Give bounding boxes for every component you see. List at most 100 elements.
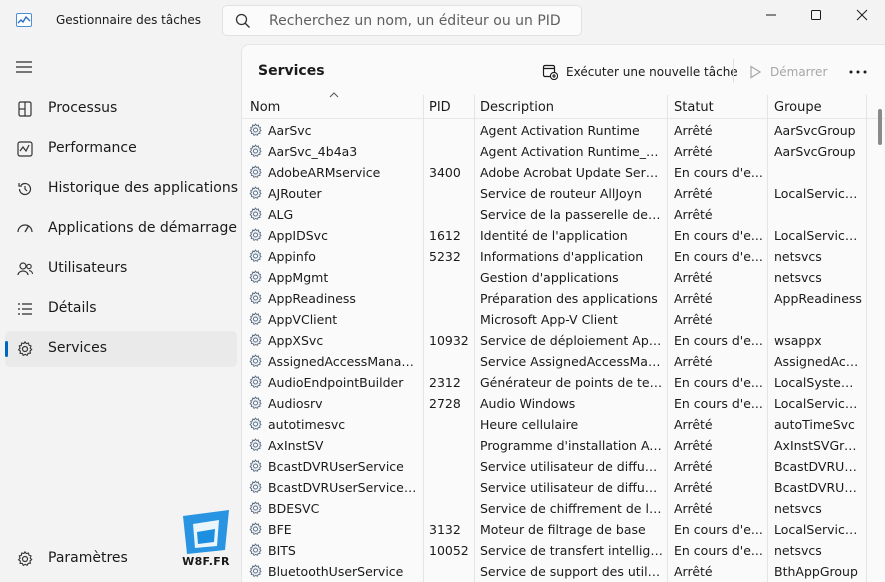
service-gear-icon [249, 501, 262, 515]
details-icon [18, 303, 32, 315]
cell-groupe: AssignedAcc... [774, 354, 862, 369]
nav-item-historique[interactable]: Historique des applications [5, 171, 238, 207]
service-gear-icon [249, 480, 262, 494]
service-gear-icon [249, 291, 262, 305]
close-button[interactable] [839, 0, 885, 30]
run-new-task-label: Exécuter une nouvelle tâche [566, 65, 738, 79]
column-header-description[interactable]: Description [480, 100, 554, 115]
column-header-pid[interactable]: PID [429, 100, 451, 115]
service-gear-icon [249, 123, 262, 137]
cell-description: Gestion d'applications [480, 270, 619, 285]
app-history-icon [18, 182, 32, 196]
cell-nom: BluetoothUserService [268, 564, 404, 579]
nav-item-label: Utilisateurs [48, 260, 128, 276]
service-gear-icon [249, 396, 262, 410]
column-divider[interactable] [866, 95, 867, 582]
cell-groupe: LocalSystem... [774, 375, 862, 390]
nav-item-details[interactable]: Détails [5, 291, 237, 327]
table-row[interactable]: BDESVC Service de chiffrement de lec... Ar… [242, 498, 866, 519]
w8f-watermark: W8F.FR [179, 506, 233, 574]
table-row[interactable]: AssignedAccessManager... Service Assigned… [242, 351, 866, 372]
service-gear-icon [249, 375, 262, 389]
cell-statut: Arrêté [674, 270, 713, 285]
table-row[interactable]: AppVClient Microsoft App-V Client Arrêté [242, 309, 866, 330]
column-header-nom[interactable]: Nom [250, 100, 280, 115]
cell-pid: 10932 [429, 333, 469, 348]
cell-description: Identité de l'application [480, 228, 628, 243]
table-row[interactable]: AxInstSV Programme d'installation Acti...… [242, 435, 866, 456]
table-row[interactable]: ALG Service de la passerelle de la... Arrê… [242, 204, 866, 225]
search-input[interactable] [269, 11, 569, 31]
nav-item-demarrage[interactable]: Applications de démarrage [5, 211, 237, 247]
table-row[interactable]: autotimesvc Heure cellulaire Arrêté autoTim… [242, 414, 866, 435]
app-title: Gestionnaire des tâches [56, 13, 202, 27]
nav-item-label: Applications de démarrage [48, 220, 237, 236]
table-row[interactable]: AJRouter Service de routeur AllJoyn Arrêté… [242, 183, 866, 204]
start-service-label: Démarrer [770, 65, 828, 79]
table-row[interactable]: AarSvc Agent Activation Runtime Arrêté AarS… [242, 120, 866, 141]
cell-groupe: BcastDVRUse... [774, 480, 862, 495]
navigation-pane: Processus Performance Historique des app… [0, 44, 240, 582]
cell-statut: En cours d'e... [674, 249, 763, 264]
cell-nom: Audiosrv [268, 396, 323, 411]
search-box[interactable] [222, 5, 582, 36]
run-new-task-button[interactable]: Exécuter une nouvelle tâche [542, 61, 738, 83]
table-row[interactable]: AppMgmt Gestion d'applications Arrêté netsv… [242, 267, 866, 288]
table-row[interactable]: AdobeARMservice 3400 Adobe Acrobat Update … [242, 162, 866, 183]
service-gear-icon [249, 207, 262, 221]
service-gear-icon [249, 354, 262, 368]
table-row[interactable]: BcastDVRUserService Service utilisateur d… [242, 456, 866, 477]
table-row[interactable]: AarSvc_4b4a3 Agent Activation Runtime_4b.… [242, 141, 866, 162]
table-row[interactable]: AppXSvc 10932 Service de déploiement App..… [242, 330, 866, 351]
minimize-button[interactable] [748, 0, 794, 30]
vertical-scrollbar[interactable] [878, 109, 882, 145]
start-service-button[interactable]: Démarrer [748, 61, 827, 83]
column-header-statut[interactable]: Statut [674, 100, 714, 115]
nav-item-services[interactable]: Services [5, 331, 237, 367]
table-row[interactable]: Audiosrv 2728 Audio Windows En cours d'e...… [242, 393, 866, 414]
table-row[interactable]: BluetoothUserService Service de support d… [242, 561, 866, 582]
cell-statut: Arrêté [674, 501, 713, 516]
table-row[interactable]: BFE 3132 Moteur de filtrage de base En cour… [242, 519, 866, 540]
processes-icon [18, 101, 32, 117]
column-header-groupe[interactable]: Groupe [774, 100, 822, 115]
table-row[interactable]: AppIDSvc 1612 Identité de l'application En … [242, 225, 866, 246]
cell-groupe: wsappx [774, 333, 822, 348]
table-row[interactable]: AudioEndpointBuilder 2312 Générateur de po… [242, 372, 866, 393]
nav-item-label: Performance [48, 140, 137, 156]
cell-pid: 3132 [429, 522, 461, 537]
table-row[interactable]: AppReadiness Préparation des applications… [242, 288, 866, 309]
cell-statut: En cours d'e... [674, 522, 763, 537]
cell-nom: AppXSvc [268, 333, 324, 348]
cell-groupe: netsvcs [774, 543, 822, 558]
service-gear-icon [249, 312, 262, 326]
cell-description: Service de chiffrement de lec... [480, 501, 663, 516]
service-gear-icon [249, 144, 262, 158]
cell-groupe: LocalService... [774, 396, 862, 411]
nav-item-performance[interactable]: Performance [5, 131, 237, 167]
table-row[interactable]: Appinfo 5232 Informations d'application En … [242, 246, 866, 267]
cell-pid: 1612 [429, 228, 461, 243]
cell-description: Service utilisateur de diffusio... [480, 459, 663, 474]
nav-item-processus[interactable]: Processus [5, 91, 237, 127]
maximize-icon [811, 10, 821, 20]
cell-nom: BcastDVRUserService_4b... [268, 480, 420, 495]
table-row[interactable]: BITS 10052 Service de transfert intelligen… [242, 540, 866, 561]
toolbar-separator [733, 59, 734, 83]
hamburger-menu-icon[interactable] [14, 59, 34, 75]
active-indicator [5, 341, 8, 357]
service-gear-icon [249, 165, 262, 179]
service-gear-icon [249, 186, 262, 200]
cell-nom: Appinfo [268, 249, 316, 264]
close-icon [856, 9, 868, 21]
cell-description: Programme d'installation Acti... [480, 438, 663, 453]
table-row[interactable]: BcastDVRUserService_4b... Service utilisa… [242, 477, 866, 498]
more-options-button[interactable] [846, 63, 870, 81]
cell-description: Service de déploiement App... [480, 333, 663, 348]
cell-groupe: BcastDVRUse... [774, 459, 862, 474]
maximize-button[interactable] [793, 0, 839, 30]
cell-groupe: AarSvcGroup [774, 144, 856, 159]
cell-nom: AppReadiness [268, 291, 356, 306]
cell-statut: Arrêté [674, 312, 713, 327]
nav-item-utilisateurs[interactable]: Utilisateurs [5, 251, 237, 287]
